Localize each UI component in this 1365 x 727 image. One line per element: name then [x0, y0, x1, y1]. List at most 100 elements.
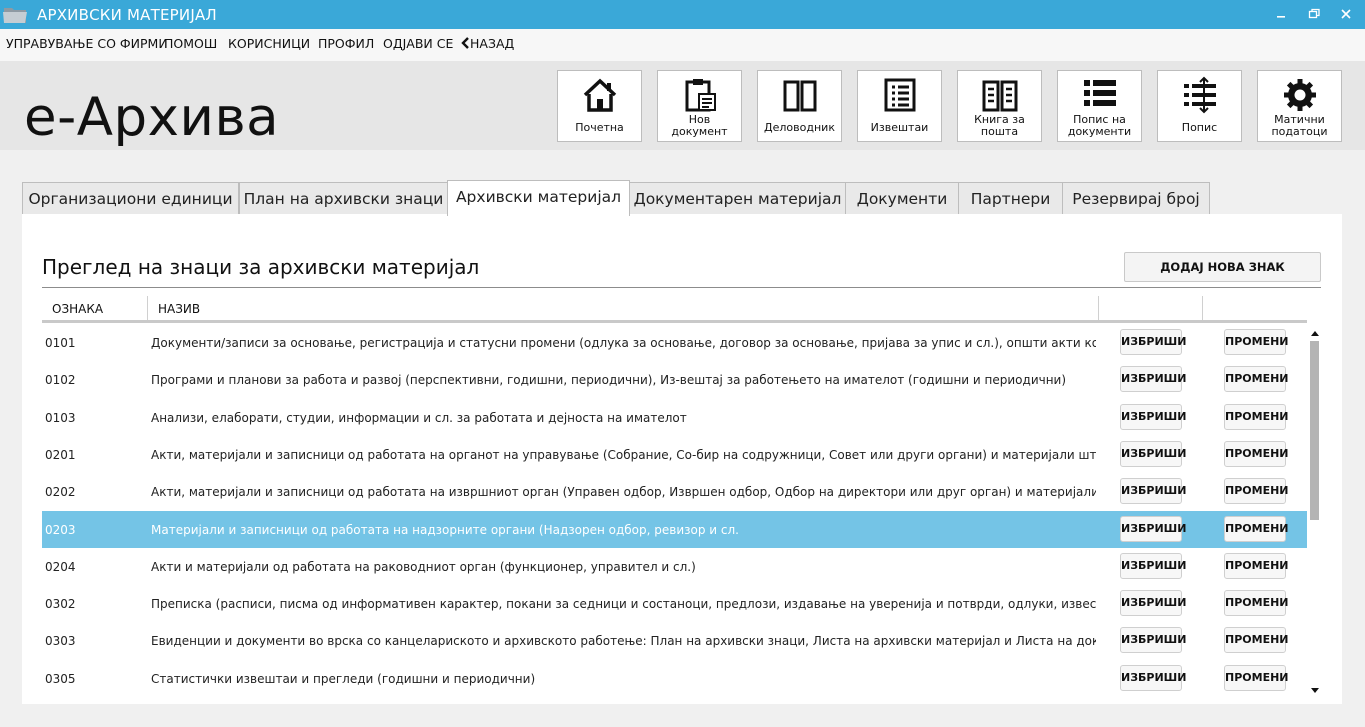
- gear-icon: [1284, 79, 1316, 111]
- row-code: 0302: [45, 597, 76, 612]
- column-header-name[interactable]: НАЗИВ: [148, 296, 200, 322]
- table-row[interactable]: 0202 Акти, материјали и записници од рабо…: [42, 473, 1307, 510]
- edit-button[interactable]: ПРОМЕНИ: [1224, 329, 1289, 355]
- table-row[interactable]: 0102 Програми и планови за работа и разво…: [42, 361, 1307, 398]
- toolbar-document-list-button[interactable]: Попис на документи: [1057, 70, 1142, 142]
- toolbar-mail-book-label: Книга за пошта: [974, 113, 1025, 138]
- row-code: 0305: [45, 671, 76, 686]
- delete-button[interactable]: ИЗБРИШИ: [1120, 329, 1186, 355]
- delete-button[interactable]: ИЗБРИШИ: [1120, 627, 1186, 654]
- close-icon[interactable]: [1338, 6, 1354, 22]
- column-header-code[interactable]: ОЗНАКА: [42, 296, 103, 322]
- archive-material-panel: Преглед на знаци за архивски материјал Д…: [22, 214, 1342, 704]
- toolbar-home-button[interactable]: Почетна: [557, 70, 642, 142]
- delete-button[interactable]: ИЗБРИШИ: [1120, 366, 1186, 393]
- delete-button[interactable]: ИЗБРИШИ: [1120, 478, 1186, 505]
- tab-documents[interactable]: Документи: [845, 182, 959, 215]
- toolbar-registry-label: Деловодник: [764, 121, 835, 134]
- row-code: 0303: [45, 634, 76, 649]
- row-code: 0101: [45, 336, 76, 350]
- edit-button[interactable]: ПРОМЕНИ: [1224, 627, 1289, 654]
- column-divider: [1202, 296, 1203, 322]
- toolbar-inventory-label: Попис: [1181, 121, 1218, 134]
- menu-item-logout[interactable]: ОДЈАВИ СЕ: [383, 36, 453, 51]
- mail-book-icon: [982, 80, 1018, 112]
- book-icon: [783, 80, 817, 112]
- inventory-icon: [1184, 76, 1216, 114]
- row-name: Преписка (расписи, писма од информативен…: [151, 597, 1096, 612]
- app-brand: е-Архива: [24, 87, 280, 148]
- table-row[interactable]: 0203 Материјали и записници од работата н…: [42, 510, 1307, 548]
- page-title: Преглед на знаци за архивски материјал: [42, 255, 480, 279]
- delete-button[interactable]: ИЗБРИШИ: [1120, 440, 1186, 467]
- header-underline: [42, 320, 1307, 323]
- toolbar-mail-book-button[interactable]: Книга за пошта: [957, 70, 1042, 142]
- toolbar-master-data-label: Матични податоци: [1271, 113, 1328, 138]
- folder-app-icon: [3, 8, 27, 23]
- delete-button[interactable]: ИЗБРИШИ: [1120, 590, 1186, 617]
- row-name: Евиденции и документи во врска со канцел…: [151, 634, 1096, 649]
- row-code: 0102: [45, 373, 76, 388]
- tab-reserve-number[interactable]: Резервирај број: [1062, 182, 1210, 215]
- menu-item-help[interactable]: ПОМОШ: [164, 36, 217, 51]
- toolbar-reports-button[interactable]: Извештаи: [857, 70, 942, 142]
- row-code: 0103: [45, 410, 76, 425]
- menu-item-users[interactable]: КОРИСНИЦИ: [228, 36, 310, 51]
- table-row[interactable]: 0101 Документи/записи за основање, регист…: [42, 324, 1307, 361]
- edit-button[interactable]: ПРОМЕНИ: [1224, 552, 1289, 579]
- chevron-left-icon: [461, 37, 469, 49]
- tab-organizational-units[interactable]: Организациони единици: [22, 182, 239, 215]
- edit-button[interactable]: ПРОМЕНИ: [1224, 440, 1289, 467]
- toolbar-home-label: Почетна: [575, 121, 624, 134]
- scrollbar-thumb[interactable]: [1310, 341, 1319, 520]
- tab-partners[interactable]: Партнери: [958, 182, 1063, 215]
- divider: [42, 287, 1321, 288]
- row-name: Акти, материјали и записници од работата…: [151, 485, 1096, 500]
- edit-button[interactable]: ПРОМЕНИ: [1224, 664, 1289, 691]
- menu-item-manage-companies[interactable]: УПРАВУВАЊЕ СО ФИРМИ: [6, 36, 168, 51]
- column-divider: [1098, 296, 1099, 322]
- menu-item-profile[interactable]: ПРОФИЛ: [318, 36, 374, 51]
- back-button[interactable]: НАЗАД: [460, 36, 514, 51]
- row-name: Материјали и записници од работата на на…: [151, 522, 739, 537]
- table-row[interactable]: 0204 Акти и материјали од работата на рак…: [42, 548, 1307, 585]
- back-label: НАЗАД: [470, 36, 515, 51]
- table-row[interactable]: 0302 Преписка (расписи, писма од информат…: [42, 585, 1307, 622]
- edit-button[interactable]: ПРОМЕНИ: [1224, 590, 1289, 617]
- report-list-icon: [884, 78, 916, 112]
- edit-button[interactable]: ПРОМЕНИ: [1224, 478, 1289, 505]
- edit-button[interactable]: ПРОМЕНИ: [1224, 515, 1289, 542]
- toolbar-reports-label: Извештаи: [870, 121, 929, 134]
- toolbar-new-document-button[interactable]: Нов документ: [657, 70, 742, 142]
- toolbar-registry-button[interactable]: Деловодник: [757, 70, 842, 142]
- scroll-up-arrow-icon[interactable]: [1309, 327, 1321, 339]
- edit-button[interactable]: ПРОМЕНИ: [1224, 403, 1289, 430]
- add-new-sign-button[interactable]: ДОДАЈ НОВА ЗНАК: [1124, 252, 1321, 282]
- row-code: 0201: [45, 447, 76, 462]
- delete-button[interactable]: ИЗБРИШИ: [1120, 664, 1186, 691]
- table-row[interactable]: 0305 Статистички извештаи и прегледи (год…: [42, 660, 1307, 697]
- tab-archive-sign-plan[interactable]: План на архивски знаци: [239, 182, 448, 215]
- delete-button[interactable]: ИЗБРИШИ: [1120, 552, 1186, 579]
- table-row[interactable]: 0201 Акти, материјали и записници од рабо…: [42, 436, 1307, 473]
- edit-button[interactable]: ПРОМЕНИ: [1224, 366, 1289, 393]
- row-name: Статистички извештаи и прегледи (годишни…: [151, 671, 536, 686]
- title-bar: АРХИВСКИ МАТЕРИЈАЛ: [0, 0, 1365, 29]
- toolbar-master-data-button[interactable]: Матични податоци: [1257, 70, 1342, 142]
- minimize-icon[interactable]: [1273, 6, 1289, 22]
- table-body: 0101 Документи/записи за основање, регист…: [42, 324, 1307, 699]
- toolbar-new-document-label: Нов документ: [671, 113, 728, 138]
- window-title: АРХИВСКИ МАТЕРИЈАЛ: [37, 6, 217, 24]
- tab-archive-material[interactable]: Архивски материјал: [447, 180, 630, 216]
- restore-icon[interactable]: [1306, 6, 1322, 22]
- table-row[interactable]: 0103 Анализи, елаборати, студии, информац…: [42, 399, 1307, 436]
- home-icon: [583, 78, 617, 112]
- delete-button[interactable]: ИЗБРИШИ: [1120, 515, 1186, 542]
- row-name: Документи/записи за основање, регистраци…: [151, 336, 1096, 350]
- tab-documentary-material[interactable]: Документарен материјал: [629, 182, 846, 215]
- toolbar-inventory-button[interactable]: Попис: [1157, 70, 1242, 142]
- table-row[interactable]: 0303 Евиденции и документи во врска со ка…: [42, 622, 1307, 659]
- scroll-down-arrow-icon[interactable]: [1309, 685, 1321, 697]
- delete-button[interactable]: ИЗБРИШИ: [1120, 403, 1186, 430]
- menu-bar: УПРАВУВАЊЕ СО ФИРМИ ПОМОШ КОРИСНИЦИ ПРОФ…: [0, 29, 1365, 61]
